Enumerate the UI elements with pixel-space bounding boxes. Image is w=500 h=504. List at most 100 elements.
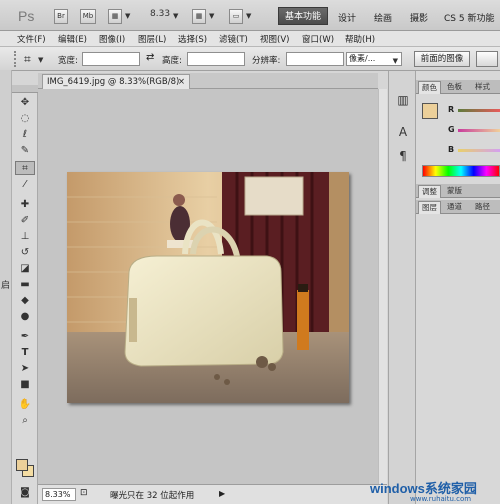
front-image-button[interactable]: 前面的图像 (414, 51, 470, 67)
dodge-tool-icon[interactable]: ● (15, 310, 35, 324)
handbag-photo-image (67, 172, 349, 403)
arrange-documents-button[interactable]: ▦ (192, 9, 206, 24)
menu-select[interactable]: 选择(S) (178, 33, 207, 45)
quick-select-tool-icon[interactable]: ✎ (15, 144, 35, 158)
history-panel-icon[interactable]: ▥ (396, 93, 410, 107)
history-brush-tool-icon[interactable]: ↺ (15, 246, 35, 260)
blur-tool-icon[interactable]: ◆ (15, 294, 35, 308)
chevron-down-icon[interactable]: ▼ (125, 12, 130, 20)
adjustments-panel-tabs: 调整 蒙版 (416, 184, 500, 198)
tab-layers[interactable]: 图层 (418, 201, 441, 214)
type-tool-icon[interactable]: T (15, 346, 35, 360)
menu-view[interactable]: 视图(V) (260, 33, 289, 45)
workspace-essentials[interactable]: 基本功能 (278, 7, 328, 25)
tab-channels[interactable]: 通道 (444, 201, 465, 214)
vertical-scrollbar[interactable] (378, 89, 387, 484)
menu-help[interactable]: 帮助(H) (345, 33, 375, 45)
menu-bar: 文件(F) 编辑(E) 图像(I) 图层(L) 选择(S) 滤镜(T) 视图(V… (0, 31, 500, 47)
workspace-painting[interactable]: 绘画 (374, 11, 392, 24)
channel-r-label: R (448, 105, 455, 114)
panel-dock-strip: ▥ A ¶ (388, 71, 416, 504)
unit-value: 像素/... (349, 54, 376, 63)
workspace-cs5-new[interactable]: CS 5 新功能 (444, 11, 494, 24)
document-tab[interactable]: IMG_6419.jpg @ 8.33%(RGB/8) × (42, 74, 190, 89)
character-panel-icon[interactable]: A (396, 125, 410, 139)
color-spectrum[interactable] (422, 165, 500, 177)
chevron-down-icon[interactable]: ▼ (246, 12, 251, 20)
status-zoom-field[interactable]: 8.33% (42, 488, 76, 501)
menu-file[interactable]: 文件(F) (17, 33, 46, 45)
tab-paths[interactable]: 路径 (472, 201, 493, 214)
eraser-tool-icon[interactable]: ◪ (15, 262, 35, 276)
move-tool-icon[interactable]: ✥ (15, 96, 35, 110)
tab-color[interactable]: 颜色 (418, 81, 441, 94)
chevron-down-icon[interactable]: ▼ (173, 12, 178, 20)
channel-g-slider[interactable] (458, 129, 500, 132)
layers-panel-tabs: 图层 通道 路径 (416, 200, 500, 214)
crop-icon[interactable]: ⌗ (24, 52, 31, 67)
swap-icon[interactable]: ⇄ (146, 52, 154, 63)
tab-adjustments[interactable]: 调整 (418, 185, 441, 198)
status-bar: 8.33% ⊡ 曝光只在 32 位起作用 ▶ (38, 484, 387, 504)
zoom-level[interactable]: 8.33 (150, 9, 170, 19)
mini-bridge-button[interactable]: Mb (80, 9, 96, 24)
layers-panel-body[interactable] (416, 215, 500, 504)
status-options-icon[interactable]: ⊡ (80, 488, 88, 498)
tab-styles[interactable]: 样式 (472, 81, 493, 94)
menu-window[interactable]: 窗口(W) (302, 33, 334, 45)
bridge-button[interactable]: Br (54, 9, 68, 24)
chevron-down-icon[interactable]: ▼ (38, 56, 43, 64)
status-menu-arrow-icon[interactable]: ▶ (219, 489, 225, 498)
menu-edit[interactable]: 编辑(E) (58, 33, 87, 45)
marquee-tool-icon[interactable]: ◌ (15, 112, 35, 126)
clear-button[interactable] (476, 51, 498, 67)
tools-panel: ✥ ◌ ℓ ✎ ⌗ ⁄ ✚ ✐ ⊥ ↺ ◪ ▬ ◆ ● ✒ T ➤ ■ ✋ ⌕ … (12, 85, 38, 504)
menu-layer[interactable]: 图层(L) (138, 33, 166, 45)
lasso-tool-icon[interactable]: ℓ (15, 128, 35, 142)
watermark: windows系统家园 www.ruhaitu.com (370, 470, 500, 504)
workspace-design[interactable]: 设计 (338, 11, 356, 24)
hand-tool-icon[interactable]: ✋ (15, 398, 35, 412)
channel-r-slider[interactable] (458, 109, 500, 112)
color-panel-tabs: 颜色 色板 样式 (416, 80, 500, 94)
path-select-tool-icon[interactable]: ➤ (15, 362, 35, 376)
chevron-down-icon[interactable]: ▼ (209, 12, 214, 20)
tools-panel-header[interactable] (12, 85, 38, 93)
channel-b-slider[interactable] (458, 149, 500, 152)
height-label: 高度: (162, 56, 182, 66)
channel-b-label: B (448, 145, 455, 154)
tab-masks[interactable]: 蒙版 (444, 185, 465, 198)
resolution-field[interactable] (286, 52, 344, 66)
status-info-text: 曝光只在 32 位起作用 (110, 491, 195, 501)
gradient-tool-icon[interactable]: ▬ (15, 278, 35, 292)
document-tab-title: IMG_6419.jpg @ 8.33%(RGB/8) (47, 77, 180, 87)
tab-swatches[interactable]: 色板 (444, 81, 465, 94)
width-label: 宽度: (58, 56, 78, 66)
menu-filter[interactable]: 滤镜(T) (219, 33, 248, 45)
menu-image[interactable]: 图像(I) (99, 33, 125, 45)
application-bar: Ps Br Mb ▦ ▼ 8.33 ▼ ▦ ▼ ▭ ▼ 基本功能 设计 绘画 摄… (0, 0, 500, 31)
width-field[interactable] (82, 52, 140, 66)
pen-tool-icon[interactable]: ✒ (15, 330, 35, 344)
watermark-url: www.ruhaitu.com (410, 495, 472, 503)
brush-tool-icon[interactable]: ✐ (15, 214, 35, 228)
close-icon[interactable]: × (178, 75, 185, 89)
shape-tool-icon[interactable]: ■ (15, 378, 35, 392)
quick-mask-icon[interactable]: ◙ (15, 486, 35, 500)
foreground-color-swatch[interactable] (16, 459, 28, 471)
options-grip[interactable] (14, 51, 22, 67)
zoom-tool-icon[interactable]: ⌕ (15, 414, 35, 428)
height-field[interactable] (187, 52, 245, 66)
paragraph-panel-icon[interactable]: ¶ (396, 149, 410, 163)
right-panels: 颜色 色板 样式 R G B 调整 蒙版 图层 通道 路径 (416, 71, 500, 504)
color-panel-foreground[interactable] (422, 103, 438, 119)
eyedropper-tool-icon[interactable]: ⁄ (15, 178, 35, 192)
crop-tool-icon[interactable]: ⌗ (15, 161, 35, 175)
resolution-unit-select[interactable]: 像素/... ▼ (346, 52, 402, 66)
document-photo (67, 172, 349, 403)
workspace-photography[interactable]: 摄影 (410, 11, 428, 24)
view-extras-button[interactable]: ▦ (108, 9, 122, 24)
spot-healing-tool-icon[interactable]: ✚ (15, 198, 35, 212)
clone-stamp-tool-icon[interactable]: ⊥ (15, 230, 35, 244)
screen-mode-button[interactable]: ▭ (229, 9, 243, 24)
